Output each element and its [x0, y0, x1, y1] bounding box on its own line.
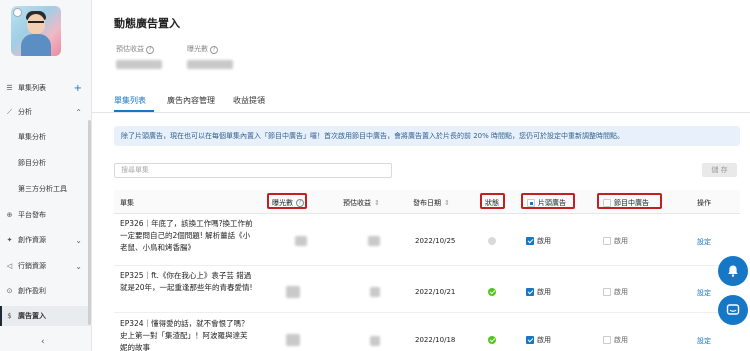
highlight-box-impressions: [267, 193, 307, 209]
episode-search-input[interactable]: 搜尋單集: [114, 163, 392, 178]
chat-support-button[interactable]: [718, 295, 748, 325]
impressions-label: 曝光數?: [187, 44, 218, 54]
column-revenue[interactable]: 預估收益 ⇕: [343, 198, 380, 208]
estimated-revenue-label: 預估收益?: [116, 44, 154, 54]
broadcast-icon: ⊕: [6, 211, 13, 219]
impressions-value-redacted: [286, 334, 300, 346]
add-episode-icon[interactable]: +: [74, 83, 82, 94]
episode-title: EP326｜年底了，該換工作嗎?換工作前一定要問自己的2個問題! 解析薑話《小老…: [120, 219, 253, 252]
tab-episode-list[interactable]: 單集列表: [114, 95, 146, 106]
highlight-box-mid-roll: [597, 193, 662, 209]
sparkle-icon: ✦: [6, 236, 13, 244]
mid-roll-toggle[interactable]: 啟用: [603, 287, 628, 297]
pre-roll-checkbox[interactable]: [526, 237, 534, 245]
pre-roll-toggle[interactable]: 啟用: [526, 287, 551, 297]
list-icon: ☰: [6, 84, 13, 92]
sidebar-item-analytics[interactable]: ⟋ 分析 ⌃: [0, 102, 92, 122]
mid-roll-toggle[interactable]: 啟用: [603, 335, 628, 345]
impressions-value-redacted: [286, 286, 300, 298]
tab-withdrawals[interactable]: 收益提領: [233, 95, 265, 106]
megaphone-icon: ◁: [6, 262, 13, 270]
sidebar-item-episodes[interactable]: ☰ 單集列表 +: [0, 78, 92, 98]
revenue-value-redacted: [370, 336, 380, 346]
revenue-value-redacted: [368, 236, 380, 246]
episode-title: EP324｜懂得愛的話，就不會恨了嗎？ 史上第一對「集渣配」！阿波羅與達芙妮的故…: [120, 319, 249, 351]
chevron-down-icon: ⌄: [75, 261, 82, 271]
settings-link[interactable]: 設定: [697, 237, 711, 247]
info-notice: 除了片頭廣告，現在也可以在每個單集內置入「節目中廣告」囉！首次啟用節目中廣告，會…: [114, 126, 740, 146]
pre-roll-toggle[interactable]: 啟用: [526, 236, 551, 246]
sidebar-item-third-party-tools[interactable]: 第三方分析工具: [18, 184, 67, 194]
sidebar-item-show-analytics[interactable]: 節目分析: [18, 158, 46, 168]
revenue-value-redacted: [370, 287, 380, 297]
bell-icon: [728, 265, 738, 277]
podcast-cover-image[interactable]: [11, 6, 61, 56]
help-icon[interactable]: ?: [146, 46, 154, 54]
row-divider: [114, 265, 740, 266]
episode-title: EP325｜ft.《你在我心上》袁子芸 錯過就是20年，一起重逢那些年的青春愛情…: [120, 271, 253, 292]
settings-link[interactable]: 設定: [697, 336, 711, 346]
notification-bell-button[interactable]: [718, 256, 748, 286]
sidebar: ☰ 單集列表 + ⟋ 分析 ⌃ 單集分析 節目分析 第三方分析工具 ⊕ 平台發布…: [0, 0, 92, 351]
chart-icon: ⟋: [7, 107, 12, 116]
chevron-down-icon: ⌄: [75, 235, 82, 245]
sort-icon[interactable]: ⇕: [374, 199, 380, 207]
chat-icon: [726, 304, 740, 315]
estimated-revenue-value-redacted: [116, 60, 162, 69]
coin-icon: ⊙: [6, 287, 13, 295]
column-episode: 單集: [120, 199, 134, 207]
collapse-sidebar-icon[interactable]: ‹: [41, 337, 45, 347]
status-active-icon: [488, 336, 496, 344]
publish-date: 2022/10/25: [415, 237, 456, 245]
chevron-up-icon: ⌃: [75, 107, 82, 117]
mid-roll-toggle[interactable]: 啟用: [603, 236, 628, 246]
mid-roll-checkbox[interactable]: [603, 336, 611, 344]
tabs-divider: [92, 112, 750, 113]
highlight-box-status: [480, 193, 505, 209]
page-title: 動態廣告置入: [114, 17, 180, 30]
impressions-value-redacted: [187, 60, 233, 69]
impressions-value-redacted: [295, 236, 307, 246]
pre-roll-checkbox[interactable]: [526, 336, 534, 344]
sidebar-item-monetization[interactable]: ⊙ 創作盈利: [0, 281, 92, 301]
dollar-icon: $: [7, 312, 12, 320]
column-action: 操作: [697, 199, 711, 207]
sort-icon[interactable]: ⇕: [444, 199, 450, 207]
pre-roll-toggle[interactable]: 啟用: [526, 335, 551, 345]
publish-date: 2022/10/18: [415, 336, 456, 344]
sidebar-item-publishing[interactable]: ⊕ 平台發布: [0, 205, 92, 225]
sidebar-item-ad-placement[interactable]: $ 廣告置入: [0, 306, 92, 326]
pre-roll-checkbox[interactable]: [526, 288, 534, 296]
highlight-box-pre-roll: [521, 193, 575, 209]
publish-date: 2022/10/21: [415, 288, 456, 296]
tab-ad-content[interactable]: 廣告內容管理: [167, 95, 215, 106]
help-icon[interactable]: ?: [210, 46, 218, 54]
sidebar-scrollbar[interactable]: [88, 120, 91, 325]
status-pending-icon: [488, 237, 496, 245]
mid-roll-checkbox[interactable]: [603, 237, 611, 245]
column-publish-date[interactable]: 發布日期 ⇕: [413, 198, 450, 208]
sidebar-item-creator-resources[interactable]: ✦ 創作資源 ⌄: [0, 230, 92, 250]
verified-badge-icon: [13, 8, 22, 17]
row-divider: [114, 312, 740, 313]
settings-link[interactable]: 設定: [697, 288, 711, 298]
sidebar-item-episode-analytics[interactable]: 單集分析: [18, 132, 46, 142]
status-active-icon: [488, 288, 496, 296]
save-button[interactable]: 儲 存: [702, 163, 737, 177]
sidebar-item-marketing-resources[interactable]: ◁ 行銷資源 ⌄: [0, 256, 92, 276]
mid-roll-checkbox[interactable]: [603, 288, 611, 296]
